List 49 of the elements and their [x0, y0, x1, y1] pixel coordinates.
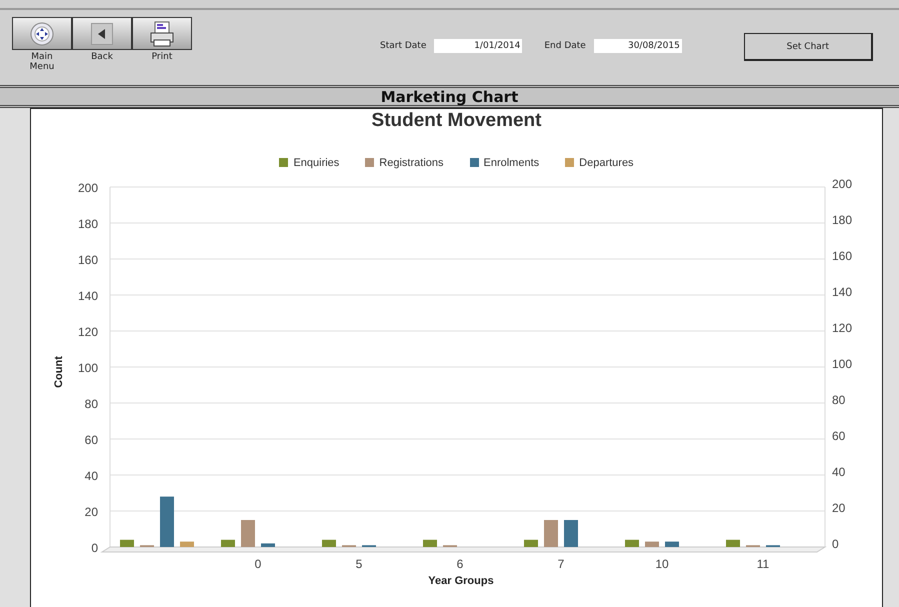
- y-axis-label: 120: [832, 321, 852, 335]
- menu-button[interactable]: [12, 17, 72, 50]
- y-axis-label: 100: [832, 357, 852, 371]
- y-axis-label: 160: [78, 253, 98, 267]
- y-axis-label: 80: [832, 393, 846, 407]
- y-axis-label: 0: [91, 541, 98, 555]
- x-axis-label: 11: [756, 557, 770, 571]
- y-axis-label: 200: [78, 181, 98, 195]
- y-axis-label: 160: [832, 249, 852, 263]
- y-axis-label: 100: [78, 361, 98, 375]
- y-axis-label: 20: [832, 501, 846, 515]
- y-axis-title: Count: [53, 356, 65, 388]
- button-label: Print: [150, 52, 174, 62]
- end-date-field[interactable]: 30/08/2015: [594, 39, 682, 53]
- legend-label: Departures: [579, 156, 634, 168]
- x-axis-label: 7: [558, 557, 564, 571]
- y-axis-label: 120: [78, 325, 98, 339]
- printer-icon: [149, 20, 175, 46]
- set-chart-button[interactable]: Set Chart: [744, 33, 873, 61]
- button-label: Back: [90, 52, 114, 62]
- y-axis-label: 140: [832, 285, 852, 299]
- legend-label: Registrations: [379, 156, 444, 168]
- page-title: Marketing Chart: [380, 88, 518, 106]
- y-axis-label: 200: [832, 177, 852, 191]
- y-axis-label: 80: [84, 397, 98, 411]
- x-axis-label: 0: [254, 557, 262, 571]
- y-axis-label: 180: [832, 213, 852, 227]
- x-axis-label: 5: [356, 557, 362, 571]
- x-axis-title: Year Groups: [428, 575, 494, 587]
- y-axis-label: 60: [84, 433, 98, 447]
- legend-label: Enquiries: [293, 156, 340, 168]
- y-axis-label: 0: [832, 537, 839, 551]
- x-axis-label: 6: [456, 557, 464, 571]
- start-date-label: Start Date: [380, 41, 426, 51]
- y-axis-label: 140: [78, 289, 98, 303]
- start-date-field[interactable]: 1/01/2014: [434, 39, 522, 53]
- compass-icon: [30, 22, 54, 46]
- print-button[interactable]: [132, 17, 192, 50]
- x-axis-label: 10: [655, 557, 669, 571]
- end-date-label: End Date: [544, 41, 586, 51]
- y-axis-label: 20: [84, 505, 98, 519]
- legend-label: Enrolments: [484, 156, 540, 168]
- y-axis-label: 180: [78, 217, 98, 231]
- back-button[interactable]: [72, 17, 132, 50]
- y-axis-label: 60: [832, 429, 846, 443]
- button-label: Main Menu: [28, 52, 56, 72]
- chart-title: Student Movement: [372, 110, 542, 132]
- y-axis-label: 40: [84, 469, 98, 483]
- y-axis-label: 40: [832, 465, 846, 479]
